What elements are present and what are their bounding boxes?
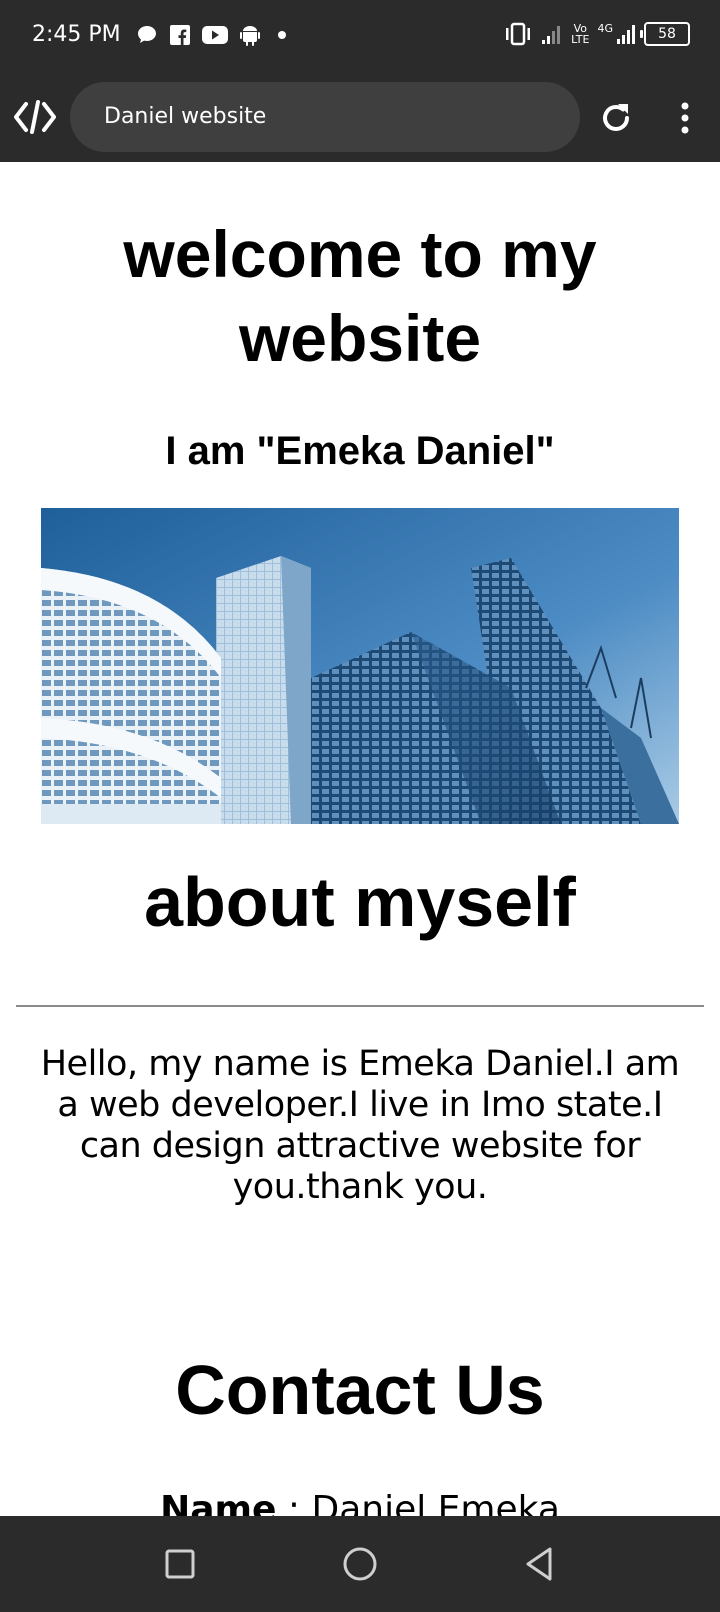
status-bar: 2:45 PM Vo LTE 4G 58: [0, 0, 720, 72]
signal-icon: [542, 26, 561, 44]
reload-icon[interactable]: [596, 98, 636, 138]
4g-signal-icon: 4G: [597, 23, 636, 45]
more-vert-icon[interactable]: [670, 98, 700, 138]
vibrate-icon: [506, 22, 531, 46]
battery-icon: 58: [640, 22, 690, 46]
contact-name-value: Daniel Emeka: [311, 1489, 560, 1516]
facebook-icon: [170, 25, 190, 45]
about-text: Hello, my name is Emeka Daniel.I am a we…: [40, 1044, 680, 1207]
system-nav-bar: [0, 1516, 720, 1612]
volte-icon: Vo LTE: [571, 23, 589, 45]
dot-icon: [278, 31, 286, 39]
city-skyscrapers-image: [41, 508, 679, 824]
hero-image: [41, 508, 679, 824]
contact-name-label: Name: [160, 1489, 277, 1516]
address-text[interactable]: Daniel website: [104, 104, 266, 129]
web-page[interactable]: welcome to my website I am "Emeka Daniel…: [0, 162, 720, 1516]
home-circle-icon[interactable]: [338, 1542, 382, 1586]
recents-square-icon[interactable]: [158, 1542, 202, 1586]
section-divider: [16, 1005, 704, 1007]
page-title: welcome to my website: [123, 217, 597, 375]
browser-toolbar: Daniel website: [0, 72, 720, 162]
browser-logo-icon[interactable]: [14, 100, 56, 134]
about-heading: about myself: [144, 863, 576, 941]
chat-bubble-icon: [138, 26, 156, 43]
notification-icons: [136, 24, 292, 46]
back-triangle-icon[interactable]: [518, 1542, 562, 1586]
phone-screen: 2:45 PM Vo LTE 4G 58 Daniel website welc…: [0, 0, 720, 1612]
network-label: 4G: [597, 22, 613, 35]
4g-bars-icon: [617, 25, 635, 44]
battery-level: 58: [658, 26, 676, 42]
contact-heading: Contact Us: [175, 1351, 545, 1429]
android-icon: [240, 26, 260, 46]
status-time: 2:45 PM: [32, 22, 121, 47]
address-bar[interactable]: Daniel website: [70, 82, 580, 152]
contact-name-line: Name : Daniel Emeka: [0, 1488, 720, 1516]
contact-name-separator: :: [287, 1489, 312, 1516]
page-subtitle: I am "Emeka Daniel": [165, 429, 555, 473]
youtube-icon: [202, 26, 228, 44]
volte-label-bottom: LTE: [571, 33, 590, 46]
system-icons: Vo LTE 4G 58: [503, 22, 690, 46]
